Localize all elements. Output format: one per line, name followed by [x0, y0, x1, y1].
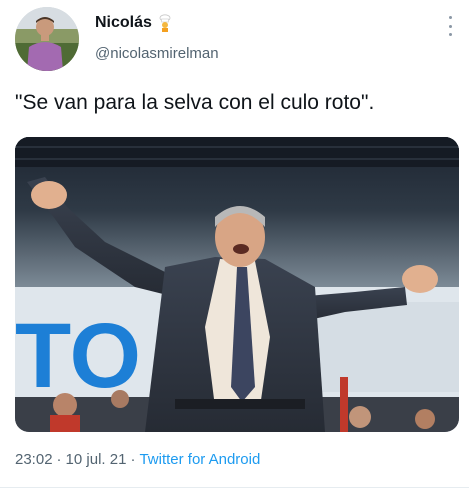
tweet-image[interactable]: TO — [15, 137, 459, 432]
author-handle[interactable]: @nicolasmirelman — [95, 45, 219, 62]
author-name-row[interactable]: Nicolás — [95, 14, 172, 32]
more-options-icon[interactable] — [447, 16, 453, 36]
tweet-text: "Se van para la selva con el culo roto". — [15, 91, 375, 114]
meta-separator: · — [130, 451, 136, 468]
avatar[interactable] — [15, 7, 79, 71]
chef-emoji-icon — [158, 14, 172, 32]
divider — [0, 487, 469, 488]
author-name[interactable]: Nicolás — [95, 14, 152, 32]
tweet-meta: 23:02 · 10 jul. 21 · Twitter for Android — [15, 451, 260, 468]
tweet-source-link[interactable]: Twitter for Android — [139, 451, 260, 468]
tweet-time: 23:02 — [15, 451, 53, 468]
tweet-photo: TO — [15, 137, 459, 432]
meta-separator: · — [56, 451, 62, 468]
avatar-photo — [15, 7, 79, 71]
tweet-date: 10 jul. 21 — [65, 451, 127, 468]
